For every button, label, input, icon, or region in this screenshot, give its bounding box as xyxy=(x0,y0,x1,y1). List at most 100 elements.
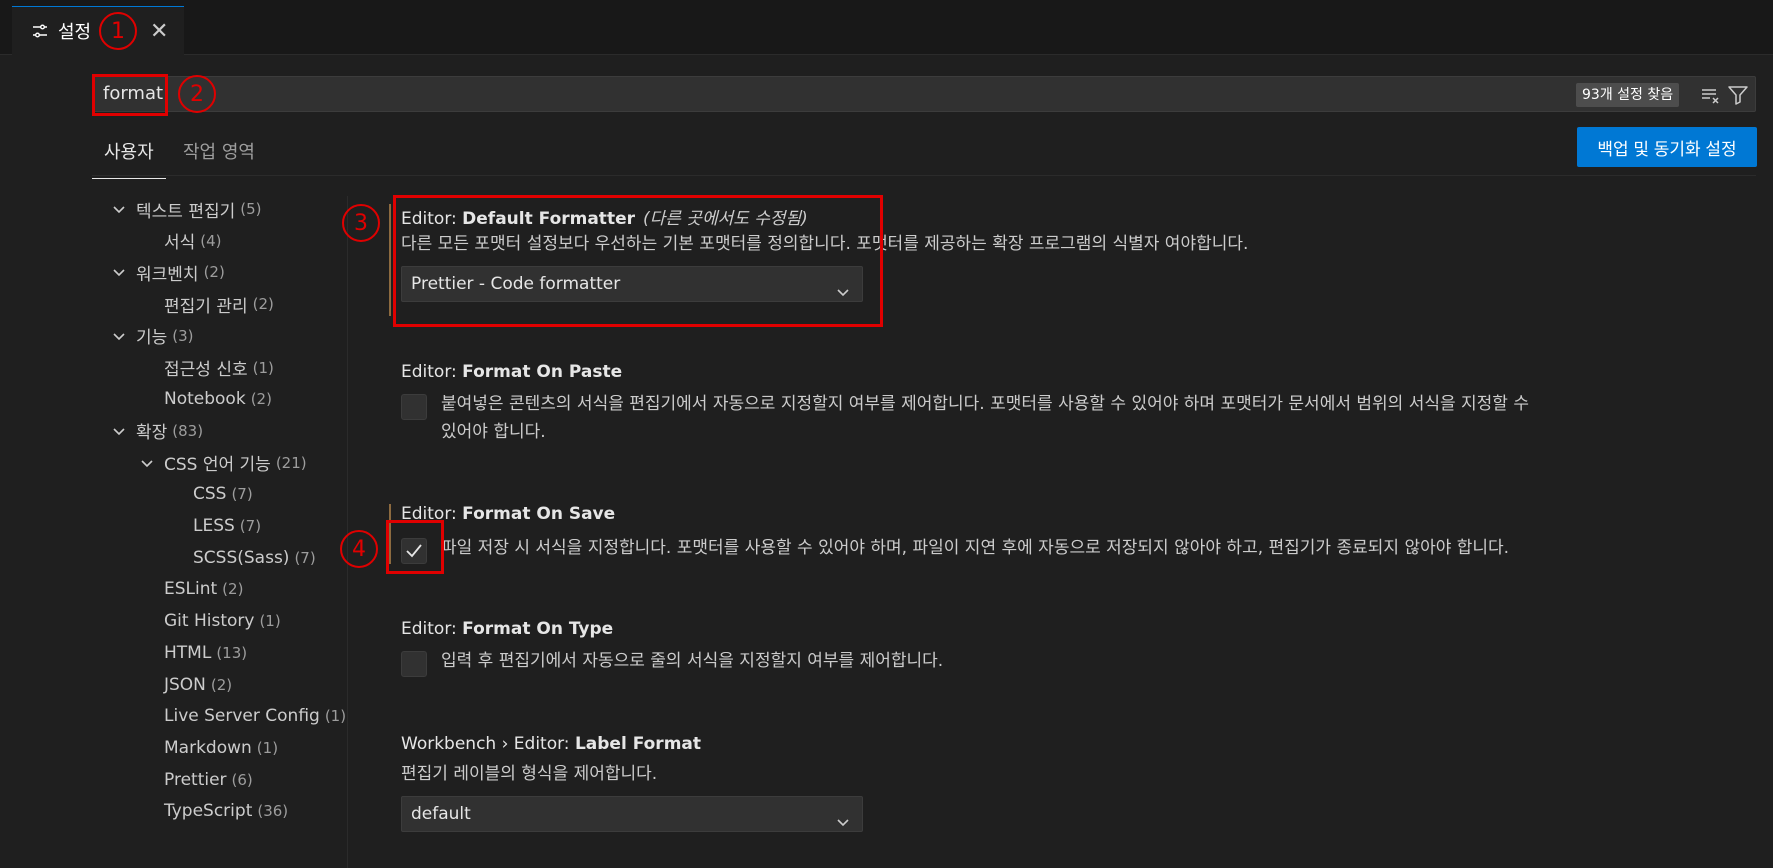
toc-item[interactable]: 텍스트 편집기 (5) xyxy=(112,196,262,222)
chevron-down-icon xyxy=(836,808,850,827)
setting-description: 입력 후 편집기에서 자동으로 줄의 서식을 지정할지 여부를 제어합니다. xyxy=(441,651,944,671)
modified-elsewhere-link[interactable]: (다른 곳에서도 수정됨) xyxy=(643,209,808,229)
toc-item-count: (7) xyxy=(231,485,253,504)
search-result-count: 93개 설정 찾음 xyxy=(1576,83,1680,107)
toc-item[interactable]: 편집기 관리 (2) xyxy=(164,291,274,317)
toc-item-label: Live Server Config xyxy=(164,706,320,727)
toc-item-count: (2) xyxy=(222,580,244,599)
toc-item-count: (2) xyxy=(250,390,272,409)
toc-item[interactable]: Git History (1) xyxy=(164,608,281,634)
setting-description: 편집기 레이블의 형식을 제어합니다. xyxy=(401,764,658,784)
toc-item[interactable]: TypeScript (36) xyxy=(164,798,288,824)
toc-item[interactable]: 기능 (3) xyxy=(112,323,194,349)
select-value: Prettier - Code formatter xyxy=(411,274,621,294)
toc-item[interactable]: 확장 (83) xyxy=(112,418,203,444)
toc-item-label: LESS xyxy=(193,516,235,536)
setting-name: Format On Paste xyxy=(462,362,623,382)
toc-item[interactable]: Markdown (1) xyxy=(164,735,278,761)
backup-sync-button[interactable]: 백업 및 동기화 설정 xyxy=(1577,127,1757,167)
setting-title: Editor: Format On Paste xyxy=(401,362,1741,388)
setting-default-formatter: Editor: Default Formatter (다른 곳에서도 수정됨) 다… xyxy=(389,204,1741,316)
chevron-down-icon xyxy=(112,424,126,438)
tab-user[interactable]: 사용자 xyxy=(92,138,166,179)
toc-item[interactable]: CSS 언어 기능 (21) xyxy=(140,450,307,476)
setting-title: Workbench › Editor: Label Format xyxy=(401,734,1741,760)
setting-label-format: Workbench › Editor: Label Format 편집기 레이블… xyxy=(401,734,1741,832)
setting-category: Editor: xyxy=(401,362,463,382)
setting-category: Editor: xyxy=(401,209,463,229)
settings-search-input[interactable]: format 93개 설정 찾음 xyxy=(92,76,1756,112)
filter-icon[interactable] xyxy=(1727,84,1749,106)
settings-sliders-icon xyxy=(30,21,50,41)
annotation-number: 2 xyxy=(178,75,216,113)
annotation-number: 4 xyxy=(340,530,378,568)
toc-item[interactable]: HTML (13) xyxy=(164,640,247,666)
toc-item-label: 서식 xyxy=(164,233,196,254)
toc-item[interactable]: JSON (2) xyxy=(164,672,232,698)
close-icon[interactable]: ✕ xyxy=(150,19,168,44)
format-on-save-checkbox[interactable] xyxy=(401,538,427,564)
toc-item-count: (1) xyxy=(256,738,279,757)
description-line: 있어야 합니다. xyxy=(441,422,546,442)
setting-description: 붙여넣은 콘텐츠의 서식을 편집기에서 자동으로 지정할지 여부를 제어합니다.… xyxy=(441,390,1741,446)
toc-item-count: (5) xyxy=(240,200,262,218)
setting-category: Workbench › Editor: xyxy=(401,734,575,754)
toc-item-label: TypeScript xyxy=(164,801,253,822)
toc-item-label: 기능 xyxy=(136,328,168,349)
toc-item-count: (1) xyxy=(259,612,281,631)
toc-item[interactable]: Live Server Config (1) xyxy=(164,703,346,729)
toc-item[interactable]: Prettier (6) xyxy=(164,767,253,793)
toc-item-count: (2) xyxy=(210,675,233,694)
setting-format-on-paste: Editor: Format On Paste 붙여넣은 콘텐츠의 서식을 편집… xyxy=(401,362,1741,448)
setting-category: Editor: xyxy=(401,504,463,524)
chevron-down-icon xyxy=(112,202,126,216)
chevron-down-icon xyxy=(112,265,126,279)
toc-item-label: ESLint xyxy=(164,579,218,600)
toc-item-label: JSON xyxy=(164,674,206,695)
setting-title: Editor: Default Formatter (다른 곳에서도 수정됨) xyxy=(401,204,1741,230)
modified-indicator xyxy=(389,204,391,316)
setting-name: Default Formatter xyxy=(462,209,635,229)
toc-item-count: (2) xyxy=(252,295,274,314)
toc-item[interactable]: LESS (7) xyxy=(193,513,261,539)
tab-settings[interactable]: 설정 ✕ xyxy=(12,6,184,55)
annotation-number: 1 xyxy=(99,12,137,50)
toc-item-label: Prettier xyxy=(164,769,227,790)
chevron-down-icon xyxy=(836,278,850,297)
toc-item-label: 편집기 관리 xyxy=(164,296,248,317)
toc-item[interactable]: ESLint (2) xyxy=(164,576,243,602)
toc-item[interactable]: 서식 (4) xyxy=(164,228,222,254)
default-formatter-select[interactable]: Prettier - Code formatter xyxy=(401,266,863,302)
toc-item-count: (1) xyxy=(252,358,274,377)
setting-name: Format On Type xyxy=(462,619,614,639)
toc-item-label: Git History xyxy=(164,611,255,632)
toc-item-label: HTML xyxy=(164,642,212,663)
toc-item[interactable]: CSS (7) xyxy=(193,481,253,507)
select-value: default xyxy=(411,804,471,824)
toc-item-label: CSS 언어 기능 xyxy=(164,455,271,476)
tab-workspace[interactable]: 작업 영역 xyxy=(183,138,255,164)
label-format-select[interactable]: default xyxy=(401,796,863,832)
toc-item-label: 텍스트 편집기 xyxy=(136,201,236,222)
toc-item-count: (4) xyxy=(200,231,222,250)
clear-filter-icon[interactable] xyxy=(1699,84,1721,106)
toc-item-label: Markdown xyxy=(164,737,252,758)
setting-format-on-type: Editor: Format On Type 입력 후 편집기에서 자동으로 줄… xyxy=(401,619,1741,685)
format-on-paste-checkbox[interactable] xyxy=(401,394,427,420)
toc-item[interactable]: SCSS(Sass) (7) xyxy=(193,545,316,571)
chevron-down-icon xyxy=(140,456,154,470)
toc-item[interactable]: 접근성 신호 (1) xyxy=(164,355,274,381)
toc-item-count: (7) xyxy=(239,517,262,535)
toc-item-label: 확장 xyxy=(136,423,168,444)
toc-item-count: (13) xyxy=(216,643,248,662)
toc-item-label: Notebook xyxy=(164,389,246,410)
tab-title: 설정 xyxy=(58,22,92,43)
format-on-type-checkbox[interactable] xyxy=(401,651,427,677)
toc-item-label: SCSS(Sass) xyxy=(193,547,290,568)
setting-title: Editor: Format On Type xyxy=(401,619,1741,645)
toc-item[interactable]: Notebook (2) xyxy=(164,386,272,412)
setting-title: Editor: Format On Save xyxy=(401,504,1741,530)
toc-item[interactable]: 워크벤치 (2) xyxy=(112,259,225,285)
chevron-down-icon xyxy=(112,329,126,343)
toc-item-count: (2) xyxy=(203,263,225,282)
